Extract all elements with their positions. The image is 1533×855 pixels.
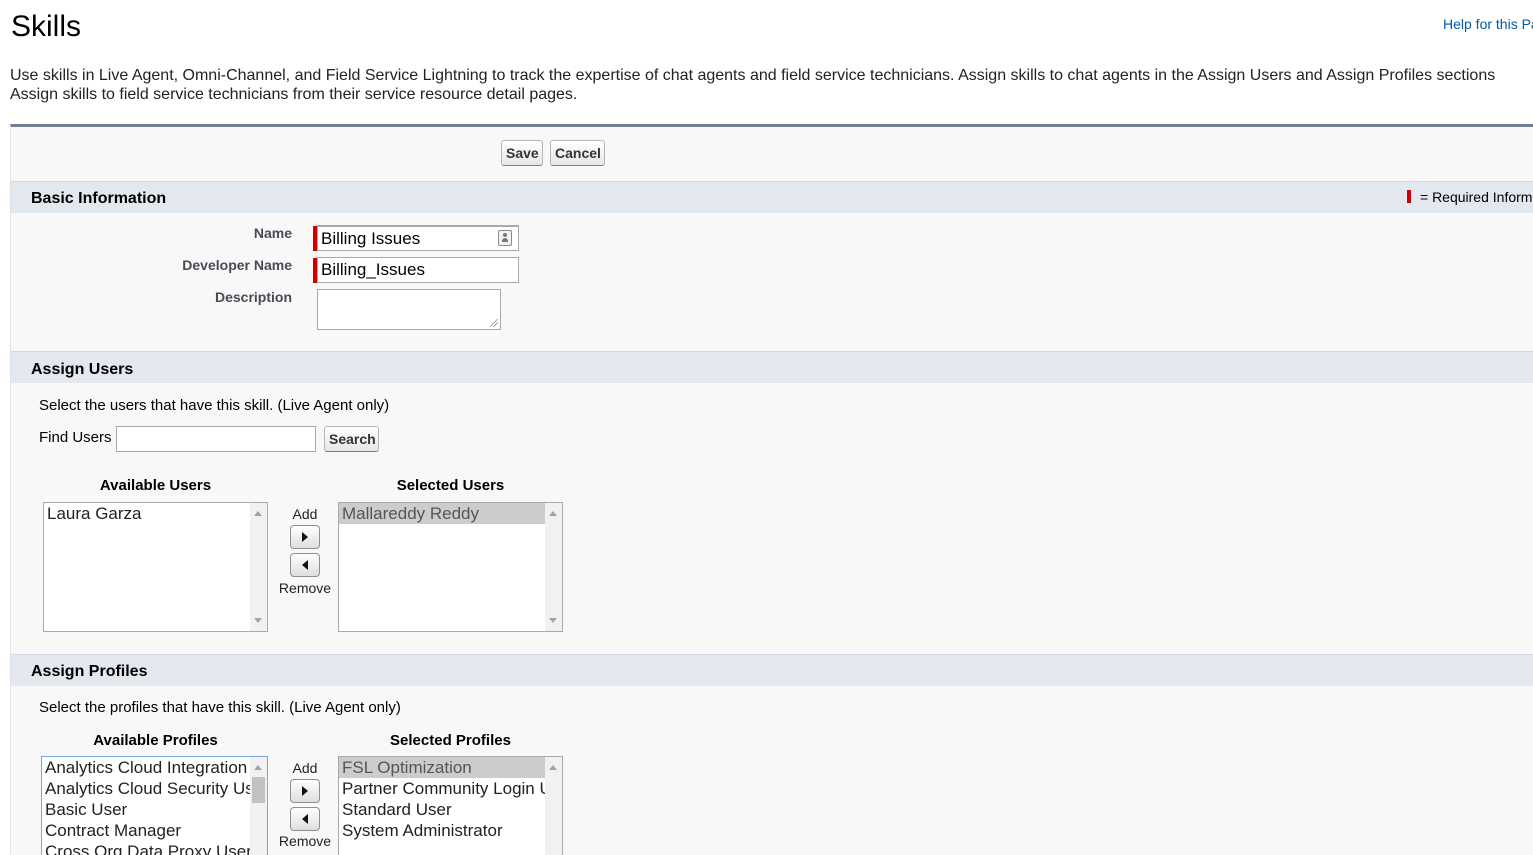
page-description-line-2: Assign skills to field service technicia… xyxy=(10,86,578,103)
page-description-line-1: Use skills in Live Agent, Omni-Channel, … xyxy=(10,67,1496,84)
arrow-right-icon xyxy=(302,532,308,542)
developer-name-value: Billing_Issues xyxy=(321,260,425,279)
scroll-down-icon[interactable] xyxy=(549,618,557,623)
list-item[interactable]: Analytics Cloud Integration xyxy=(42,757,250,778)
scroll-up-icon[interactable] xyxy=(254,511,262,516)
edit-form-panel: Save Cancel Basic Information = Required… xyxy=(10,124,1533,855)
section-header-assign-users: Assign Users xyxy=(11,351,1533,383)
name-label: Name xyxy=(253,225,292,241)
list-item[interactable]: Laura Garza xyxy=(44,503,250,524)
scrollbar[interactable] xyxy=(250,503,267,631)
find-users-input[interactable] xyxy=(116,426,316,452)
cancel-button[interactable]: Cancel xyxy=(550,140,605,166)
add-label: Add xyxy=(292,506,318,522)
search-button[interactable]: Search xyxy=(324,426,379,452)
list-item[interactable]: Basic User xyxy=(42,799,250,820)
section-title: Assign Profiles xyxy=(31,663,148,680)
arrow-left-icon xyxy=(302,814,308,824)
resize-grip-icon[interactable] xyxy=(490,319,498,327)
list-item[interactable]: Standard User xyxy=(339,799,545,820)
available-profiles-list[interactable]: Analytics Cloud Integration Analytics Cl… xyxy=(41,756,268,855)
scrollbar[interactable] xyxy=(545,757,562,855)
section-header-assign-profiles: Assign Profiles xyxy=(11,654,1533,686)
remove-label: Remove xyxy=(278,580,332,596)
list-item[interactable]: Partner Community Login U xyxy=(339,778,545,799)
list-item[interactable]: Contract Manager xyxy=(42,820,250,841)
assign-users-instructions: Select the users that have this skill. (… xyxy=(39,397,390,414)
scroll-up-icon[interactable] xyxy=(549,765,557,770)
add-profile-button[interactable] xyxy=(290,779,320,803)
name-input[interactable]: Billing Issues xyxy=(317,225,519,251)
autofill-contact-icon[interactable] xyxy=(498,230,512,246)
help-link[interactable]: Help for this Pa xyxy=(1443,16,1533,32)
arrow-left-icon xyxy=(302,560,308,570)
scrollbar[interactable] xyxy=(545,503,562,631)
developer-name-label: Developer Name xyxy=(182,257,292,273)
scroll-up-icon[interactable] xyxy=(549,511,557,516)
list-item[interactable]: Mallareddy Reddy xyxy=(339,503,545,524)
list-item[interactable]: System Administrator xyxy=(339,820,545,841)
add-label: Add xyxy=(292,760,318,776)
scroll-up-icon[interactable] xyxy=(254,765,262,770)
available-users-list[interactable]: Laura Garza xyxy=(43,502,268,632)
scrollbar-thumb[interactable] xyxy=(252,777,265,803)
required-marker-icon xyxy=(1407,190,1411,203)
available-profiles-label: Available Profiles xyxy=(93,732,218,749)
selected-profiles-label: Selected Profiles xyxy=(390,732,511,749)
arrow-right-icon xyxy=(302,786,308,796)
name-value: Billing Issues xyxy=(321,229,421,248)
description-textarea[interactable] xyxy=(317,289,501,330)
page-description: Use skills in Live Agent, Omni-Channel, … xyxy=(10,66,1533,104)
assign-profiles-instructions: Select the profiles that have this skill… xyxy=(39,699,401,716)
selected-users-label: Selected Users xyxy=(396,477,505,494)
available-users-label: Available Users xyxy=(99,477,212,494)
page-title: Skills xyxy=(11,10,82,43)
add-user-button[interactable] xyxy=(290,525,320,549)
section-header-basic-information: Basic Information xyxy=(11,181,1533,213)
developer-name-input[interactable]: Billing_Issues xyxy=(317,257,519,283)
remove-profile-button[interactable] xyxy=(290,807,320,831)
find-users-label: Find Users xyxy=(39,429,112,446)
selected-profiles-list[interactable]: FSL Optimization Partner Community Login… xyxy=(338,756,563,855)
scroll-down-icon[interactable] xyxy=(254,618,262,623)
description-label: Description xyxy=(214,289,292,305)
required-legend: = Required Informa xyxy=(1407,189,1533,205)
scrollbar[interactable] xyxy=(250,757,267,855)
list-item[interactable]: Analytics Cloud Security Us xyxy=(42,778,250,799)
remove-label: Remove xyxy=(278,833,332,849)
save-button[interactable]: Save xyxy=(501,140,543,166)
list-item[interactable]: Cross Org Data Proxy User xyxy=(42,841,250,855)
required-legend-text: = Required Informa xyxy=(1420,189,1533,205)
section-title: Assign Users xyxy=(31,361,134,378)
selected-users-list[interactable]: Mallareddy Reddy xyxy=(338,502,563,632)
list-item[interactable]: FSL Optimization xyxy=(339,757,545,778)
section-title: Basic Information xyxy=(31,190,167,207)
remove-user-button[interactable] xyxy=(290,553,320,577)
